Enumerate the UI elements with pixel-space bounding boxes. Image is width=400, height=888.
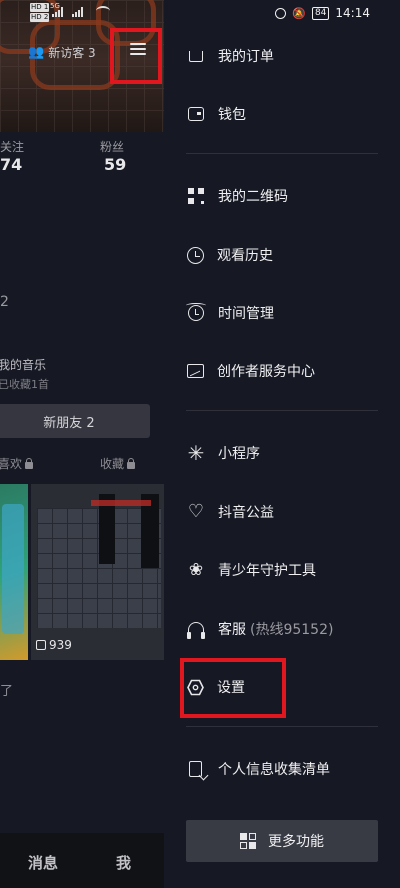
divider — [186, 726, 378, 727]
wifi-icon — [96, 6, 110, 16]
tab-likes-label: 喜欢 — [0, 457, 23, 471]
mini-program-icon: ✳ — [187, 441, 205, 465]
lock-icon — [25, 457, 34, 469]
following-label: 关注 — [0, 140, 25, 154]
video-thumbnail[interactable] — [31, 484, 164, 660]
highlight-box-settings — [180, 658, 286, 718]
menu-item-label: 钱包 — [218, 107, 246, 123]
menu-item-label: 时间管理 — [218, 306, 274, 322]
menu-item-label: 个人信息收集清单 — [218, 762, 330, 778]
menu-item-time-management[interactable]: 时间管理 — [186, 298, 274, 328]
nav-me[interactable]: 我 — [116, 852, 131, 873]
sim1-label: HD 1 — [30, 3, 50, 12]
alarm-icon — [275, 7, 287, 19]
menu-item-creator-center[interactable]: 创作者服务中心 — [186, 356, 315, 386]
lock-icon — [127, 457, 136, 469]
menu-item-label: 小程序 — [218, 446, 260, 462]
menu-item-customer-service[interactable]: 客服 (热线95152) — [186, 614, 333, 644]
bottom-nav — [0, 833, 164, 888]
truncated-text: 了 — [0, 684, 14, 699]
tab-favorites-label: 收藏 — [100, 457, 125, 471]
divider — [186, 153, 378, 154]
menu-item-label: 创作者服务中心 — [217, 364, 315, 380]
sim2-label: HD 2 — [30, 13, 50, 22]
visitors-icon: 👥 — [28, 45, 45, 60]
nav-messages[interactable]: 消息 — [28, 852, 58, 873]
battery-icon: 84 — [311, 6, 330, 20]
grid-icon — [240, 833, 256, 849]
more-features-button[interactable]: 更多功能 — [186, 820, 378, 862]
new-visitor-label: 新访客 3 — [48, 46, 96, 60]
sprout-icon: ❀ — [188, 560, 204, 580]
heart-icon: ♡ — [187, 501, 205, 522]
following-count[interactable]: 74 — [0, 155, 22, 174]
menu-item-label: 抖音公益 — [218, 505, 274, 521]
menu-item-label: 青少年守护工具 — [218, 563, 316, 579]
play-count: 939 — [36, 638, 72, 652]
music-title[interactable]: 我的音乐 — [0, 356, 46, 373]
mute-icon: 🔕 — [292, 6, 306, 20]
play-count-value: 939 — [49, 638, 72, 652]
followers-label: 粉丝 — [100, 140, 125, 154]
menu-item-youth-protection[interactable]: ❀ 青少年守护工具 — [186, 555, 316, 585]
signal-icon — [72, 7, 83, 17]
wallet-icon — [188, 107, 204, 121]
chart-icon — [187, 364, 204, 378]
profile-background: 👥 新访客 3 关注 74 粉丝 59 2 我的音乐 已收藏1首 新朋友 2 喜… — [0, 0, 164, 888]
menu-item-charity[interactable]: ♡ 抖音公益 — [186, 497, 274, 527]
followers-count[interactable]: 59 — [104, 155, 126, 174]
network-type: 5G — [50, 2, 60, 10]
tab-likes[interactable]: 喜欢 — [0, 455, 34, 472]
music-subtitle: 已收藏1首 — [0, 378, 49, 391]
menu-item-orders[interactable]: 我的订单 — [186, 41, 274, 71]
divider — [186, 410, 378, 411]
menu-item-label: 客服 — [218, 622, 246, 638]
truncated-text: 2 — [0, 294, 9, 310]
document-icon — [189, 761, 202, 777]
tab-favorites[interactable]: 收藏 — [100, 455, 136, 472]
new-visitor-entry[interactable]: 👥 新访客 3 — [28, 44, 96, 61]
video-thumbnail[interactable] — [0, 484, 28, 660]
new-friends-button[interactable]: 新朋友 2 — [0, 404, 150, 438]
hotline-label: (热线95152) — [250, 622, 334, 638]
qr-code-icon — [188, 188, 204, 204]
clock-icon — [187, 246, 204, 264]
more-features-label: 更多功能 — [268, 834, 324, 850]
menu-item-personal-info-list[interactable]: 个人信息收集清单 — [186, 754, 330, 784]
sim-indicator: HD 1 HD 2 — [30, 3, 50, 23]
cart-icon — [189, 50, 203, 62]
menu-item-wallet[interactable]: 钱包 — [186, 99, 246, 129]
menu-item-watch-history[interactable]: 观看历史 — [186, 240, 273, 270]
menu-item-label: 我的二维码 — [218, 189, 288, 205]
menu-item-qr-code[interactable]: 我的二维码 — [186, 181, 288, 211]
alarm-clock-icon — [186, 303, 206, 321]
side-drawer: 我的订单 钱包 我的二维码 观看历史 时间管理 创作者服务中心 ✳ 小程序 ♡ … — [164, 0, 400, 888]
menu-item-label: 观看历史 — [217, 248, 273, 264]
highlight-box-menu — [110, 28, 162, 84]
menu-item-mini-programs[interactable]: ✳ 小程序 — [186, 438, 260, 468]
play-icon — [36, 640, 46, 650]
status-bar: HD 1 HD 2 5G 🔕 84 14:14 — [0, 0, 400, 28]
headset-icon — [187, 622, 205, 639]
menu-item-label: 我的订单 — [218, 49, 274, 65]
clock-time: 14:14 — [335, 6, 370, 20]
